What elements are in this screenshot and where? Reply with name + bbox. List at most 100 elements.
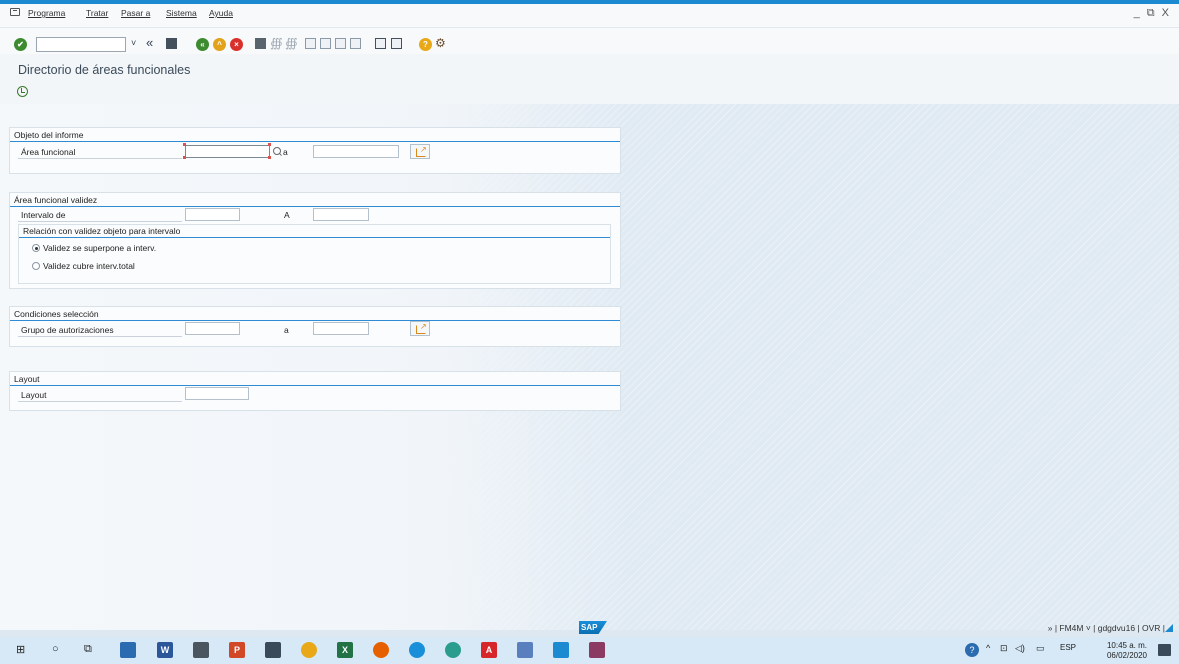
- print-icon[interactable]: [255, 38, 266, 49]
- menu-programa[interactable]: Programa: [28, 8, 65, 18]
- menu-tratar-label: Tratar: [86, 8, 109, 18]
- radio-cubre[interactable]: [32, 262, 40, 270]
- calendar-icon[interactable]: [265, 642, 281, 658]
- search-icon[interactable]: ○: [52, 643, 59, 655]
- command-dropdown-icon[interactable]: ˅: [131, 36, 136, 50]
- title-area: [0, 54, 1179, 104]
- clock-time: 10:45 a. m.: [1106, 641, 1147, 650]
- notifications-icon[interactable]: [1158, 644, 1171, 656]
- command-field[interactable]: [36, 37, 126, 52]
- group-title: Objeto del informe: [14, 130, 84, 140]
- task-view-icon[interactable]: ⧉: [84, 643, 92, 656]
- grupo-from-input[interactable]: [185, 322, 240, 335]
- group-title: Área funcional validez: [14, 195, 98, 205]
- layout-label: Layout: [21, 390, 47, 400]
- prev-page-icon: [320, 38, 331, 49]
- clock-date: 06/02/2020: [1106, 651, 1147, 660]
- menu-sistema-label: Sistema: [166, 8, 197, 18]
- exit-icon[interactable]: ^: [213, 38, 226, 51]
- area-funcional-to-input[interactable]: [313, 145, 399, 158]
- settings-icon[interactable]: ⚙: [435, 36, 446, 50]
- grupo-autorizaciones-label: Grupo de autorizaciones: [21, 325, 114, 335]
- back-icon[interactable]: «: [196, 38, 209, 51]
- radio-cubre-label: Validez cubre interv.total: [43, 261, 135, 271]
- language-indicator[interactable]: ESP: [1060, 643, 1076, 652]
- chevron-up-icon[interactable]: ^: [986, 643, 990, 653]
- to-label: a: [284, 325, 289, 335]
- calculator-icon[interactable]: [193, 642, 209, 658]
- archive-icon[interactable]: [589, 642, 605, 658]
- word-icon[interactable]: W: [157, 642, 173, 658]
- save-icon[interactable]: [166, 38, 177, 49]
- label-underline: [18, 158, 182, 159]
- next-page-icon: [335, 38, 346, 49]
- intervalo-from-input[interactable]: [185, 208, 240, 221]
- group-divider: [10, 385, 620, 386]
- chrome-icon[interactable]: [301, 642, 317, 658]
- to-label: a: [283, 147, 288, 157]
- volume-icon[interactable]: ◁): [1015, 643, 1025, 654]
- status-info[interactable]: » | FM4M ˅ | gdgdvu16 | OVR |: [1048, 623, 1165, 633]
- start-icon[interactable]: ⊞: [16, 643, 25, 656]
- to-label: A: [284, 210, 290, 220]
- chrome-profile-icon[interactable]: [445, 642, 461, 658]
- new-session-icon[interactable]: [375, 38, 386, 49]
- clock[interactable]: 10:45 a. m. 06/02/2020: [1107, 641, 1147, 661]
- area-funcional-label: Área funcional: [21, 147, 76, 157]
- teamviewer-icon[interactable]: [409, 642, 425, 658]
- intervalo-de-label: Intervalo de: [21, 210, 66, 220]
- label-underline: [18, 401, 182, 402]
- multiple-selection-button[interactable]: [410, 144, 430, 159]
- last-page-icon: [350, 38, 361, 49]
- layout-input[interactable]: [185, 387, 249, 400]
- file-explorer-icon[interactable]: [120, 642, 136, 658]
- excel-icon[interactable]: X: [337, 642, 353, 658]
- sap-logo: SAP: [579, 621, 607, 634]
- help-icon[interactable]: ?: [419, 38, 432, 51]
- group-title: Layout: [14, 374, 40, 384]
- label-underline: [18, 336, 182, 337]
- help-tray-icon[interactable]: ?: [965, 643, 979, 657]
- search-help-icon[interactable]: [272, 146, 283, 157]
- label-underline: [18, 221, 182, 222]
- back-double-icon[interactable]: «: [146, 36, 153, 50]
- grupo-to-input[interactable]: [313, 322, 369, 335]
- focus-corner: [268, 156, 271, 159]
- acrobat-icon[interactable]: A: [481, 642, 497, 658]
- menu-icon[interactable]: [10, 8, 20, 16]
- execute-icon[interactable]: [17, 86, 28, 97]
- cancel-icon[interactable]: ×: [230, 38, 243, 51]
- menu-tratar[interactable]: Tratar: [86, 8, 108, 18]
- shortcut-icon[interactable]: [391, 38, 402, 49]
- find-next-icon: ∰: [285, 36, 298, 50]
- powerpoint-icon[interactable]: P: [229, 642, 245, 658]
- subgroup-relacion-validez: Relación con validez objeto para interva…: [18, 224, 611, 284]
- first-page-icon: [305, 38, 316, 49]
- status-corner-icon: [1165, 624, 1173, 632]
- content-panel: [0, 104, 630, 630]
- app-icon[interactable]: [517, 642, 533, 658]
- page-title: Directorio de áreas funcionales: [18, 63, 191, 77]
- group-divider: [10, 141, 620, 142]
- menu-ayuda-label: Ayuda: [209, 8, 233, 18]
- menu-sistema[interactable]: Sistema: [166, 8, 197, 18]
- window-controls[interactable]: _ ⧉ X: [1134, 7, 1171, 20]
- sap-logon-icon[interactable]: [553, 642, 569, 658]
- menu-pasar-a-label: Pasar a: [121, 8, 151, 18]
- area-funcional-from-input[interactable]: [185, 145, 270, 158]
- group-title: Condiciones selección: [14, 309, 99, 319]
- network-icon[interactable]: ⊡: [1000, 643, 1008, 654]
- menu-pasar-a[interactable]: Pasar a: [121, 8, 150, 18]
- group-divider: [10, 320, 620, 321]
- find-icon: ∰: [270, 36, 283, 50]
- radio-superpone[interactable]: [32, 244, 40, 252]
- subgroup-divider: [19, 237, 610, 238]
- multiple-selection-button[interactable]: [410, 321, 430, 336]
- check-icon[interactable]: ✔: [14, 38, 27, 51]
- focus-corner: [183, 143, 186, 146]
- group-layout: Layout: [9, 371, 621, 411]
- keyboard-icon[interactable]: ▭: [1036, 643, 1045, 654]
- menu-ayuda[interactable]: Ayuda: [209, 8, 233, 18]
- intervalo-to-input[interactable]: [313, 208, 369, 221]
- firefox-icon[interactable]: [373, 642, 389, 658]
